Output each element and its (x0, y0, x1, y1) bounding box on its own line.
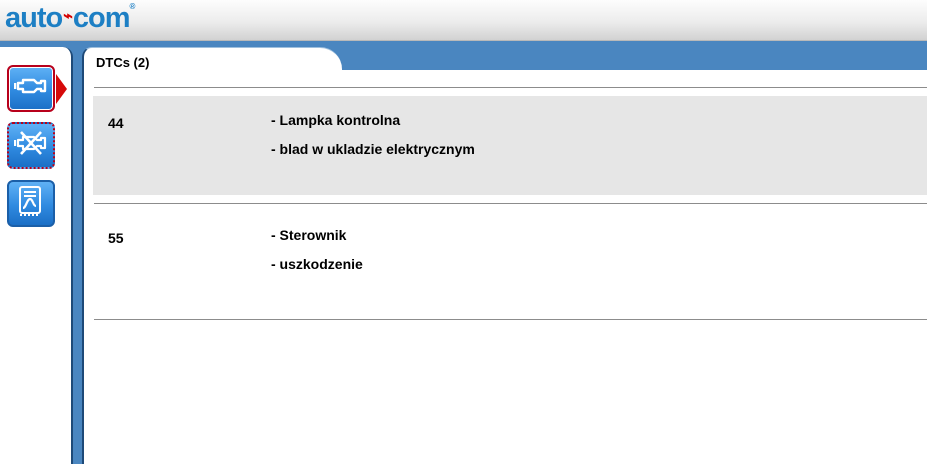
dtc-code: 55 (108, 230, 124, 246)
pulse-icon: ⌁ (63, 8, 73, 25)
active-indicator-arrow (56, 74, 67, 104)
dtc-description-line: - uszkodzenie (271, 256, 363, 272)
dtc-description-line: - Lampka kontrolna (271, 112, 401, 128)
dtc-panel: 44 - Lampka kontrolna - blad w ukladzie … (82, 70, 927, 464)
app-header: auto⌁com® (0, 0, 927, 41)
engine-crossed-icon (13, 129, 48, 162)
dtc-description-line: - blad w ukladzie elektrycznym (271, 141, 475, 157)
divider (94, 319, 927, 320)
tab-label: DTCs (2) (96, 55, 150, 70)
sidebar-item-engine-disabled[interactable] (7, 122, 55, 169)
engine-icon (13, 74, 48, 103)
dtc-description-line: - Sterownik (271, 227, 347, 243)
left-sidebar (0, 47, 73, 464)
sidebar-item-engine-diagnostics[interactable] (7, 65, 55, 112)
dtc-code: 44 (108, 115, 124, 131)
data-graph-icon (16, 184, 46, 223)
registered-icon: ® (129, 2, 136, 11)
logo-text-right: com (72, 2, 131, 34)
list-item[interactable]: 55 - Sterownik - uszkodzenie (93, 204, 927, 318)
logo-text-left: auto (5, 2, 63, 34)
tab-dtcs[interactable]: DTCs (2) (82, 47, 342, 72)
sidebar-item-live-data-graph[interactable] (7, 180, 55, 227)
autocom-logo: auto⌁com® (5, 2, 136, 34)
list-item[interactable]: 44 - Lampka kontrolna - blad w ukladzie … (93, 96, 927, 195)
divider (94, 87, 927, 88)
